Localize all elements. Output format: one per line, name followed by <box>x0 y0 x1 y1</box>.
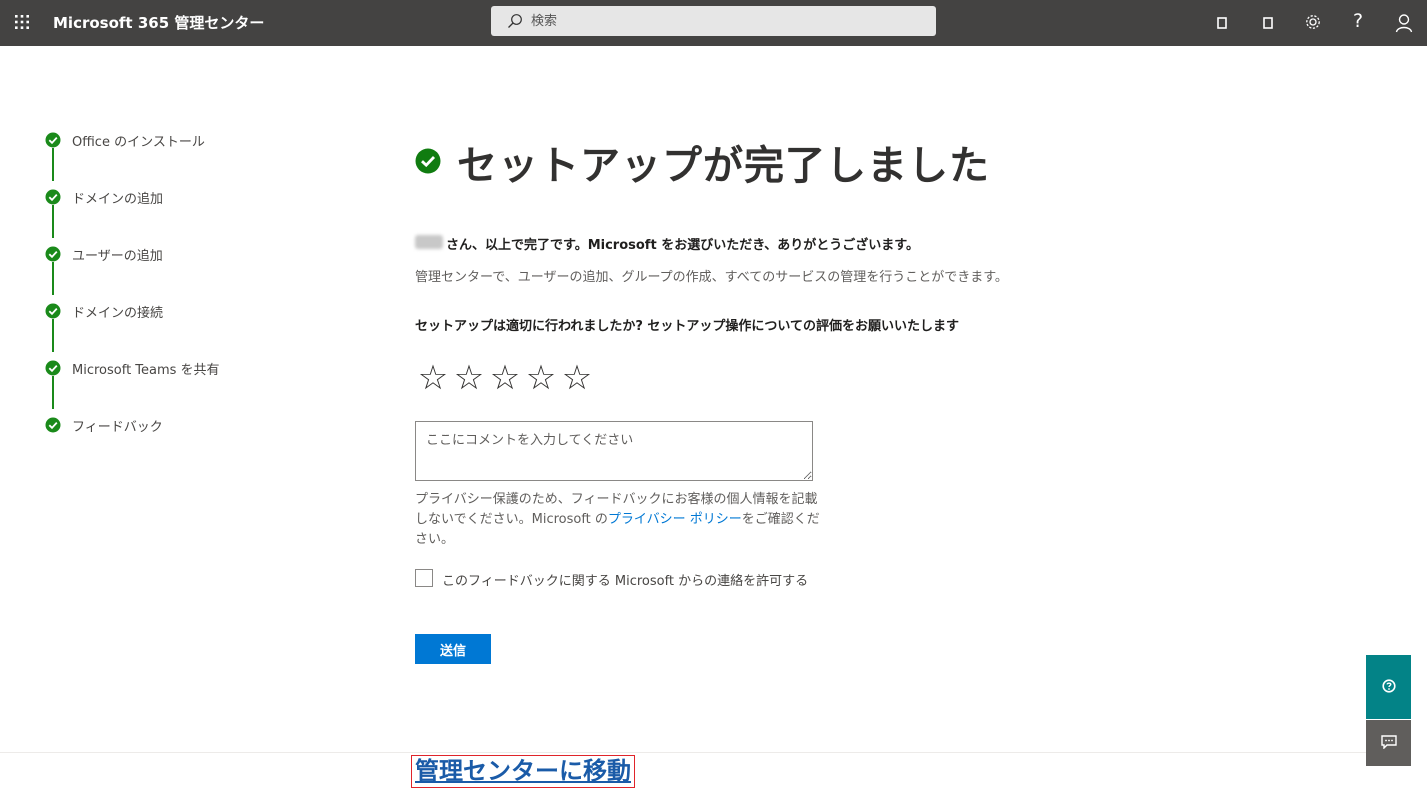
step-label: Microsoft Teams を共有 <box>72 363 220 378</box>
feedback-button[interactable] <box>1366 720 1411 766</box>
search-input[interactable] <box>531 6 911 36</box>
step-connector <box>52 148 54 181</box>
check-circle-icon <box>45 360 61 376</box>
search-icon <box>507 13 523 29</box>
contact-permission-label[interactable]: このフィードバックに関する Microsoft からの連絡を許可する <box>442 570 808 589</box>
star-5-icon[interactable]: ☆ <box>559 360 595 396</box>
step-feedback[interactable]: フィードバック <box>45 415 305 435</box>
step-label: ドメインの接続 <box>72 306 164 321</box>
star-1-icon[interactable]: ☆ <box>415 360 451 396</box>
submit-button[interactable]: 送信 <box>415 634 491 664</box>
step-connect-domain[interactable]: ドメインの接続 <box>45 301 305 321</box>
help-icon[interactable]: ? <box>1345 8 1371 34</box>
check-circle-icon <box>45 303 61 319</box>
comment-textarea[interactable] <box>415 421 813 481</box>
check-circle-icon <box>45 246 61 262</box>
rating-question: セットアップは適切に行われましたか? セットアップ操作についての評価をお願いいた… <box>415 319 960 334</box>
step-label: Office のインストール <box>72 135 205 150</box>
search-box[interactable] <box>491 6 936 36</box>
privacy-notice: プライバシー保護のため、フィードバックにお客様の個人情報を記載しないでください。… <box>415 490 820 550</box>
thanks-message: さん、以上で完了です。Microsoft をお選びいただき、ありがとうございます… <box>446 238 919 253</box>
check-circle-icon <box>45 417 61 433</box>
help-support-button[interactable] <box>1366 655 1411 719</box>
step-connector <box>52 205 54 238</box>
account-avatar-icon[interactable] <box>1391 10 1417 36</box>
privacy-policy-link[interactable]: プライバシー ポリシー <box>608 512 742 527</box>
contact-permission-checkbox[interactable] <box>415 569 433 587</box>
step-label: フィードバック <box>72 420 163 435</box>
help-circle-icon <box>1381 678 1396 697</box>
feedback-chat-icon <box>1380 734 1397 753</box>
step-connector <box>52 262 54 295</box>
redacted-user-name <box>415 235 443 249</box>
top-bar: Microsoft 365 管理センター ? <box>0 0 1427 46</box>
step-connector <box>52 319 54 352</box>
step-add-users[interactable]: ユーザーの追加 <box>45 244 305 264</box>
step-add-domain[interactable]: ドメインの追加 <box>45 187 305 207</box>
check-circle-icon <box>45 189 61 205</box>
check-circle-icon <box>45 132 61 148</box>
step-label: ユーザーの追加 <box>72 249 163 264</box>
footer-divider <box>0 752 1366 753</box>
description-text: 管理センターで、ユーザーの追加、グループの作成、すべてのサービスの管理を行うこと… <box>415 270 1008 285</box>
star-3-icon[interactable]: ☆ <box>487 360 523 396</box>
app-launcher-icon[interactable] <box>12 12 32 32</box>
step-share-teams[interactable]: Microsoft Teams を共有 <box>45 358 305 378</box>
step-install-office[interactable]: Office のインストール <box>45 130 305 150</box>
star-4-icon[interactable]: ☆ <box>523 360 559 396</box>
star-rating[interactable]: ☆ ☆ ☆ ☆ ☆ <box>415 360 595 396</box>
chat-icon[interactable] <box>1255 10 1281 36</box>
check-circle-icon <box>415 148 441 174</box>
star-2-icon[interactable]: ☆ <box>451 360 487 396</box>
page-title: セットアップが完了しました <box>457 143 990 189</box>
step-connector <box>52 376 54 409</box>
go-to-admin-center-link[interactable]: 管理センターに移動 <box>411 755 635 788</box>
app-title[interactable]: Microsoft 365 管理センター <box>53 12 264 33</box>
step-label: ドメインの追加 <box>72 192 164 207</box>
settings-gear-icon[interactable] <box>1300 9 1326 35</box>
notification-icon[interactable] <box>1209 10 1235 36</box>
